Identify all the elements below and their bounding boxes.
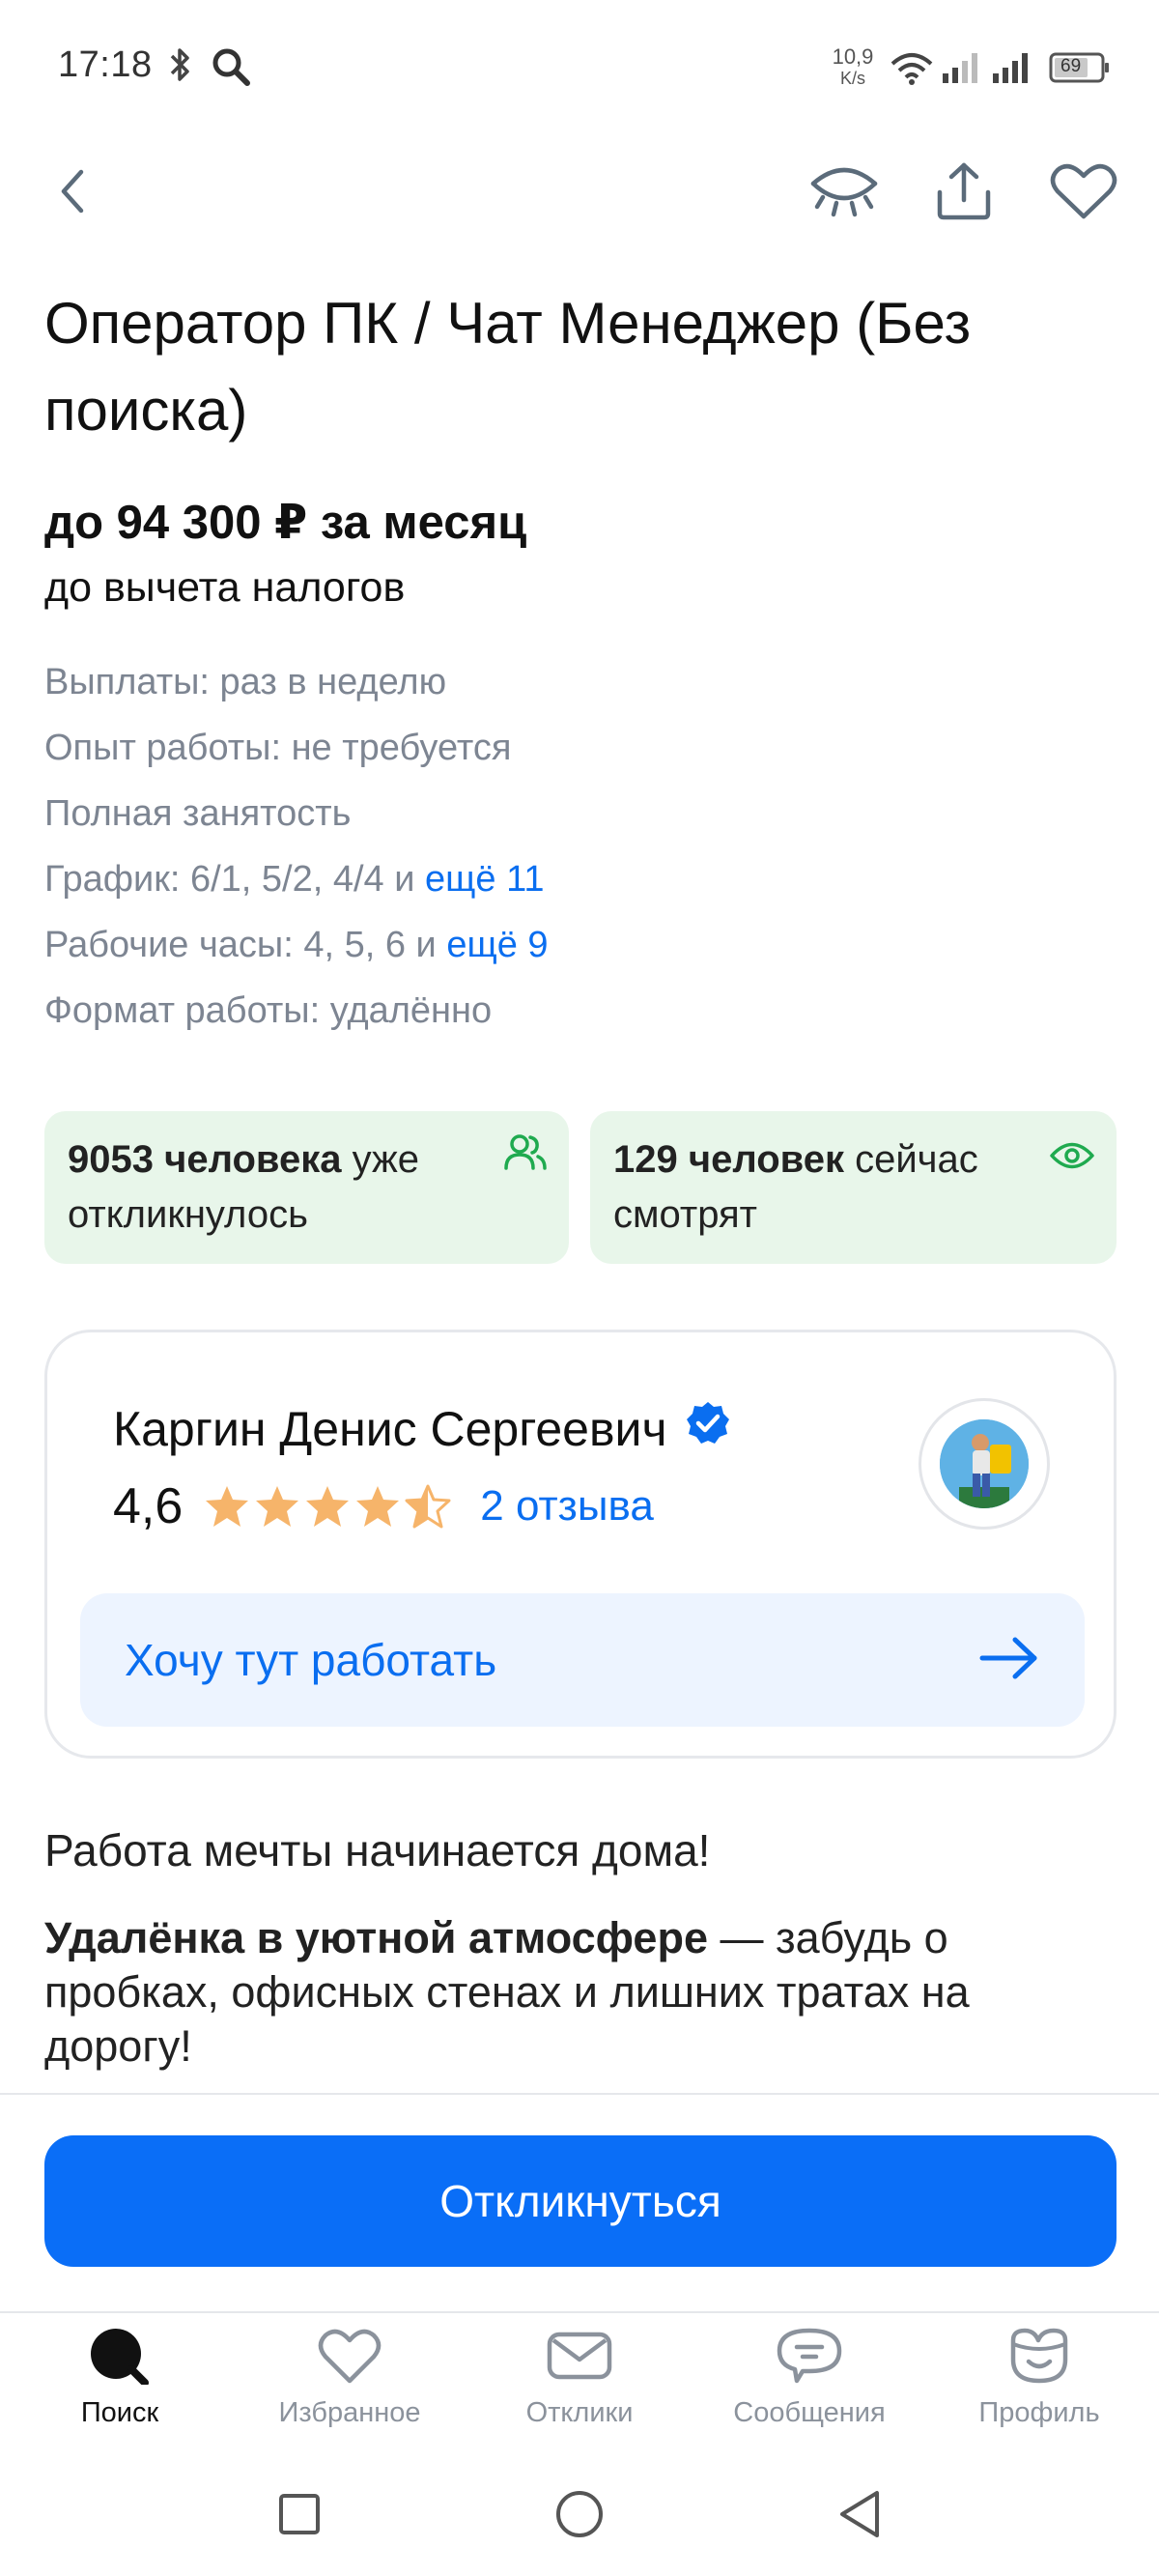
detail-payments: Выплаты: раз в неделю [44,649,549,715]
schedule-more-link[interactable]: ещё 11 [425,859,545,900]
want-to-work-here-label: Хочу тут работать [125,1635,497,1685]
watching-text: сейчас [843,1138,978,1181]
detail-text: Полная занятость [44,793,352,834]
search-icon [89,2327,151,2390]
star-icon [306,1486,350,1527]
description-heading: Работа мечты начинается дома! [44,1825,711,1875]
detail-text: Опыт работы: не требуется [44,728,512,768]
arrow-right-icon [978,1635,1040,1686]
responded-text: уже [341,1138,420,1181]
watching-stat-card: 129 человек сейчас смотрят [590,1111,1117,1264]
salary: до 94 300 ₽ за месяц [44,497,527,549]
tab-label: Поиск [80,2397,159,2428]
search-icon [211,46,251,92]
employer-name[interactable]: Каргин Денис Сергеевич [113,1401,667,1457]
want-to-work-here-button[interactable]: Хочу тут работать [80,1593,1085,1727]
profile-icon [1007,2327,1071,2390]
chat-icon [776,2327,843,2390]
status-time: 17:18 [58,44,153,85]
description-text: Удалёнка в уютной атмосфере — забудь о п… [44,1911,1117,2074]
hide-vacancy-button[interactable] [806,155,883,232]
tab-messages[interactable]: Сообщения [713,2327,906,2429]
detail-text: Рабочие часы: 4, 5, 6 и [44,925,447,965]
rating-stars [204,1484,451,1529]
people-icon [503,1132,548,1188]
responded-stat-card: 9053 человека уже откликнулось [44,1111,569,1264]
detail-format: Формат работы: удалённо [44,978,549,1044]
square-icon [278,2493,321,2540]
signal-icon [943,50,981,88]
tab-label: Отклики [525,2397,634,2428]
tab-label: Сообщения [733,2397,886,2428]
tab-search[interactable]: Поиск [23,2327,216,2429]
tab-favorites[interactable]: Избранное [253,2327,446,2429]
wifi-icon [890,52,933,90]
battery-icon: 69 [1049,52,1111,88]
employer-name-row[interactable]: Каргин Денис Сергеевич [113,1400,731,1458]
rating-row: 4,6 2 отзыва [113,1477,654,1535]
system-navigation-bar [0,2454,1159,2576]
vacancy-details: Выплаты: раз в неделю Опыт работы: не тр… [44,649,549,1044]
eye-closed-icon [809,162,879,225]
watching-count: 129 человек [613,1138,844,1181]
bottom-tab-bar: Поиск Избранное Отклики Сообщения Профил… [0,2311,1159,2435]
responded-count: 9053 человека [68,1138,342,1181]
chevron-left-icon [54,166,93,221]
back-button[interactable] [35,155,112,232]
battery-level: 69 [1060,56,1082,76]
employer-avatar[interactable] [919,1398,1050,1530]
home-button[interactable] [551,2487,608,2545]
detail-experience: Опыт работы: не требуется [44,715,549,781]
watching-text: смотрят [613,1193,757,1236]
detail-schedule: График: 6/1, 5/2, 4/4 и ещё 11 [44,846,549,912]
star-half-icon [405,1484,451,1529]
avatar-image [940,1419,1029,1508]
back-system-button[interactable] [831,2487,889,2545]
responded-stat-text: 9053 человека уже откликнулось [68,1132,546,1243]
detail-hours: Рабочие часы: 4, 5, 6 и ещё 9 [44,912,549,978]
circle-icon [554,2489,605,2544]
share-icon [932,159,996,228]
heart-icon [1050,162,1117,225]
employer-card[interactable]: Каргин Денис Сергеевич 4,6 2 отзыва Хочу… [44,1330,1117,1759]
detail-text: Выплаты: раз в неделю [44,662,447,702]
detail-text: График: 6/1, 5/2, 4/4 и [44,859,425,900]
net-speed-value: 10,9 [832,44,874,69]
hours-more-link[interactable]: ещё 9 [446,925,548,965]
tab-label: Избранное [278,2397,421,2428]
salary-note: до вычета налогов [44,564,406,611]
reviews-link[interactable]: 2 отзыва [480,1482,654,1531]
eye-icon [1049,1132,1095,1188]
net-speed-unit: K/s [839,69,865,88]
tab-profile[interactable]: Профиль [943,2327,1136,2429]
mail-icon [546,2327,613,2390]
triangle-back-icon [836,2489,883,2544]
detail-text: Формат работы: удалённо [44,990,493,1031]
star-icon [356,1486,400,1527]
responded-text: откликнулось [68,1193,308,1236]
recent-apps-button[interactable] [270,2487,328,2545]
star-icon [206,1486,249,1527]
watching-stat-text: 129 человек сейчас смотрят [613,1132,1093,1243]
status-bar: 17:18 10,9 K/s 69 [0,0,1159,135]
share-button[interactable] [925,155,1003,232]
tab-label: Профиль [978,2397,1100,2428]
rating-value: 4,6 [113,1478,184,1534]
heart-icon [318,2327,382,2390]
favorite-button[interactable] [1045,155,1122,232]
description-bold-lead: Удалёнка в уютной атмосфере [44,1913,708,1962]
apply-button[interactable]: Откликнуться [44,2135,1117,2267]
star-icon [256,1486,299,1527]
verified-badge-icon [685,1400,731,1458]
tab-responses[interactable]: Отклики [483,2327,676,2429]
bluetooth-icon [166,46,193,88]
vacancy-title: Оператор ПК / Чат Менеджер (Без поиска) [44,291,972,443]
network-speed: 10,9 K/s [829,46,877,89]
detail-employment: Полная занятость [44,781,549,846]
divider [0,2093,1159,2095]
signal-icon [993,50,1032,88]
